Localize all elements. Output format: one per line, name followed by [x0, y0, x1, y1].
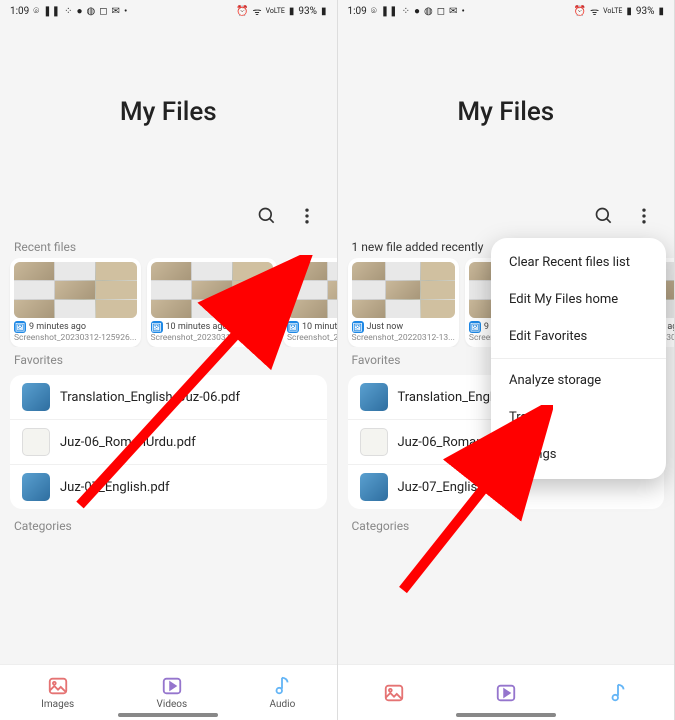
images-icon [47, 675, 69, 697]
favorite-item[interactable]: Juz-06_RomanUrdu.pdf [10, 420, 327, 465]
favorites-list: Translation_English_Juz-06.pdf Juz-06_Ro… [10, 375, 327, 509]
file-thumb-icon [22, 473, 50, 501]
recent-file-card[interactable]: 🖼10 minutes ago Screenshot_20230312-1259… [147, 258, 278, 347]
header: My Files [0, 22, 337, 202]
file-thumb-icon [360, 383, 388, 411]
recent-file-card[interactable]: 🖼10 minutes ago Screenshot_20230312-1259… [283, 258, 337, 347]
badge-icon: ◍ [424, 6, 433, 17]
wifi-icon: ᯤ [252, 4, 261, 18]
audio-icon [607, 682, 629, 704]
search-icon[interactable] [257, 206, 277, 226]
status-bar: 1:09 ⌾ ❚❚ ⁘ ● ◍ ◻ ✉ • ⏰ ᯤ VoLTE ▮ 93% ▮ [0, 0, 337, 22]
audio-icon [271, 675, 293, 697]
image-badge-icon: 🖼 [151, 321, 163, 333]
battery-icon: ▮ [321, 6, 327, 17]
recent-files-row[interactable]: 🖼9 minutes ago Screenshot_20230312-12592… [0, 258, 337, 347]
section-recent-label: Recent files [0, 234, 337, 258]
nav-images[interactable]: Images [41, 675, 74, 710]
nav-videos[interactable] [495, 682, 517, 704]
more-icon[interactable] [297, 206, 317, 226]
recent-file-card[interactable]: 🖼Just now Screenshot_20220312-13... [348, 258, 459, 347]
more-icon: • [124, 6, 127, 17]
alarm-icon: ⏰ [574, 6, 586, 17]
section-favorites-label: Favorites [0, 347, 337, 371]
signal-icon: ▮ [289, 6, 295, 17]
menu-trash[interactable]: Trash [491, 399, 666, 436]
battery-icon: ▮ [658, 6, 664, 17]
more-icon[interactable] [634, 206, 654, 226]
panel-left: 1:09 ⌾ ❚❚ ⁘ ● ◍ ◻ ✉ • ⏰ ᯤ VoLTE ▮ 93% ▮ … [0, 0, 338, 720]
favorite-item[interactable]: Juz-07_English.pdf [10, 465, 327, 509]
status-bar: 1:09 ⌾ ❚❚ ⁘ ● ◍ ◻ ✉ • ⏰ ᯤ VoLTE ▮ 93% ▮ [338, 0, 675, 22]
nav-videos[interactable]: Videos [157, 675, 188, 710]
favorite-item[interactable]: Translation_English_Juz-06.pdf [10, 375, 327, 420]
circle-icon: ● [414, 6, 420, 17]
status-time: 1:09 [348, 6, 367, 17]
mail-icon: ✉ [112, 6, 120, 17]
search-icon[interactable] [594, 206, 614, 226]
toolbar [338, 202, 675, 234]
image-badge-icon: 🖼 [287, 321, 299, 333]
pause-icon: ❚❚ [381, 6, 398, 17]
circle-icon: ● [76, 6, 82, 17]
menu-separator [491, 358, 666, 359]
videos-icon [161, 675, 183, 697]
thumbnail [352, 262, 455, 318]
pause-icon: ❚❚ [43, 6, 60, 17]
battery-level: 93% [298, 6, 317, 17]
wifi-icon: ᯤ [590, 4, 599, 18]
battery-level: 93% [636, 6, 655, 17]
file-thumb-icon [360, 473, 388, 501]
file-thumb-icon [360, 428, 388, 456]
menu-edit-home[interactable]: Edit My Files home [491, 281, 666, 318]
options-menu: Clear Recent files list Edit My Files ho… [491, 238, 666, 479]
page-title: My Files [120, 97, 217, 127]
dots-icon: ⁘ [64, 6, 72, 17]
whatsapp-icon: ⌾ [33, 6, 39, 17]
menu-analyze-storage[interactable]: Analyze storage [491, 362, 666, 399]
thumbnail [14, 262, 137, 318]
image-badge-icon: 🖼 [469, 321, 481, 333]
image-badge-icon: 🖼 [14, 321, 26, 333]
file-thumb-icon [22, 383, 50, 411]
header: My Files [338, 22, 675, 202]
dots-icon: ⁘ [402, 6, 410, 17]
menu-settings[interactable]: Settings [491, 436, 666, 473]
bottom-nav [338, 664, 675, 720]
mail-icon: ✉ [449, 6, 457, 17]
home-indicator[interactable] [456, 713, 556, 717]
menu-edit-favorites[interactable]: Edit Favorites [491, 318, 666, 355]
signal-icon: ▮ [626, 6, 632, 17]
instagram-icon: ◻ [99, 6, 107, 17]
videos-icon [495, 682, 517, 704]
thumbnail [287, 262, 337, 318]
instagram-icon: ◻ [437, 6, 445, 17]
badge-icon: ◍ [87, 6, 96, 17]
image-badge-icon: 🖼 [352, 321, 364, 333]
volte-icon: VoLTE [603, 7, 622, 15]
more-icon: • [461, 6, 464, 17]
thumbnail [151, 262, 274, 318]
toolbar [0, 202, 337, 234]
alarm-icon: ⏰ [236, 6, 248, 17]
whatsapp-icon: ⌾ [371, 6, 377, 17]
home-indicator[interactable] [118, 713, 218, 717]
nav-audio[interactable] [607, 682, 629, 704]
nav-audio[interactable]: Audio [270, 675, 296, 710]
recent-file-card[interactable]: 🖼9 minutes ago Screenshot_20230312-12592… [10, 258, 141, 347]
status-time: 1:09 [10, 6, 29, 17]
page-title: My Files [457, 97, 554, 127]
section-categories-label: Categories [338, 513, 675, 537]
file-thumb-icon [22, 428, 50, 456]
panel-right: 1:09 ⌾ ❚❚ ⁘ ● ◍ ◻ ✉ • ⏰ ᯤ VoLTE ▮ 93% ▮ … [338, 0, 675, 720]
volte-icon: VoLTE [266, 7, 285, 15]
menu-clear-recent[interactable]: Clear Recent files list [491, 244, 666, 281]
section-categories-label: Categories [0, 513, 337, 537]
images-icon [383, 682, 405, 704]
bottom-nav: Images Videos Audio [0, 664, 337, 720]
nav-images[interactable] [383, 682, 405, 704]
